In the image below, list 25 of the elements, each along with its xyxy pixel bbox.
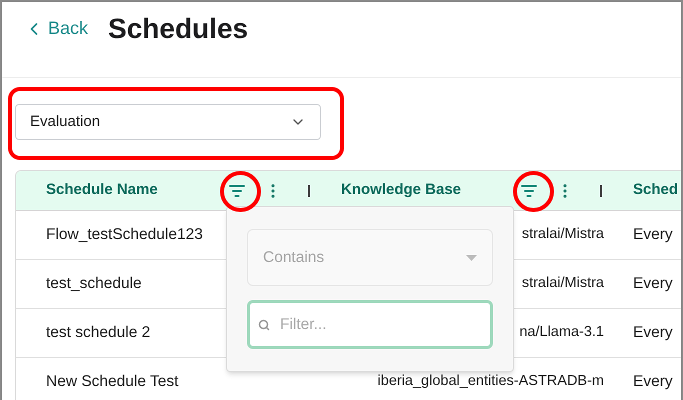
back-button[interactable]: Back bbox=[24, 15, 88, 42]
highlight-ring bbox=[220, 171, 261, 212]
filter-field[interactable]: Filter... bbox=[247, 300, 493, 349]
search-icon bbox=[258, 319, 270, 331]
table-cell-text: iberia_global_entities-ASTRADB-m bbox=[378, 372, 604, 392]
column-header[interactable]: Knowledge Base bbox=[341, 179, 462, 202]
table-cell-text: New Schedule Test bbox=[46, 372, 178, 392]
table-cell-text: na/Llama-3.1 bbox=[519, 323, 604, 342]
dropdown-arrow-icon bbox=[466, 254, 477, 260]
column-header[interactable]: Schedule Name bbox=[46, 179, 158, 202]
table-cell-text: test schedule 2 bbox=[46, 323, 150, 344]
table-cell-text: Flow_testSchedule123 bbox=[46, 225, 203, 246]
table-cell-text: test_schedule bbox=[46, 274, 142, 294]
page-title: Schedules bbox=[108, 12, 248, 46]
filter-icon[interactable] bbox=[229, 184, 245, 196]
column-header[interactable]: Sched bbox=[633, 179, 678, 202]
table-cell-text: Every bbox=[633, 323, 673, 344]
table-cell-text: stralai/Mistra bbox=[522, 225, 604, 244]
table-cell-text: Every bbox=[633, 225, 673, 246]
table-cell-text: Every bbox=[633, 274, 673, 294]
table-cell-text: Every bbox=[633, 372, 673, 392]
filter-icon[interactable] bbox=[521, 184, 537, 196]
type-select[interactable]: Evaluation bbox=[15, 104, 321, 140]
table-cell-text: stralai/Mistra bbox=[522, 274, 604, 294]
highlight-ring bbox=[513, 171, 554, 212]
